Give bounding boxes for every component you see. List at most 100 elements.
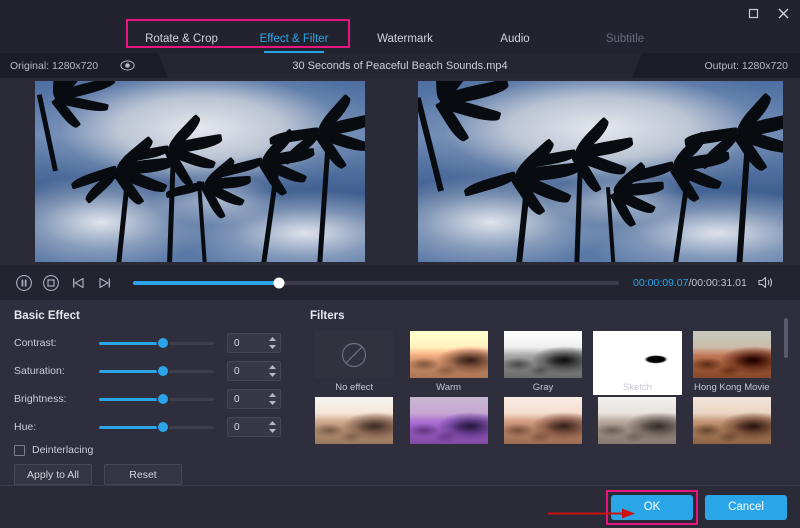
hue-increment-icon[interactable] [268, 420, 277, 426]
filter-label: Gray [533, 382, 554, 395]
reset-button[interactable]: Reset [104, 464, 182, 485]
filter-item-gray[interactable]: Gray [499, 331, 587, 395]
filter-label: No effect [335, 382, 373, 395]
volume-icon[interactable] [757, 275, 774, 290]
seek-handle[interactable] [273, 277, 284, 288]
timecode-display: 00:00:09.07/00:00:31.01 [633, 277, 747, 289]
saturation-label: Saturation: [14, 365, 99, 377]
dialog-footer: OK Cancel [0, 485, 800, 528]
saturation-slider-fill [99, 370, 163, 373]
maximize-button[interactable] [740, 3, 766, 23]
filter-item-sketch[interactable]: Sketch [593, 331, 681, 395]
previous-frame-icon[interactable] [68, 273, 88, 293]
hue-decrement-icon[interactable] [268, 428, 277, 434]
filters-scrollbar[interactable] [784, 318, 788, 358]
saturation-stepper-arrows [268, 363, 277, 379]
filter-item-8[interactable] [499, 397, 587, 461]
filter-item-9[interactable] [593, 397, 681, 461]
hue-stepper-arrows [268, 419, 277, 435]
filter-label: Warm [436, 382, 461, 395]
eye-icon[interactable] [120, 60, 135, 71]
saturation-value: 0 [228, 366, 240, 377]
saturation-decrement-icon[interactable] [268, 372, 277, 378]
contrast-stepper-arrows [268, 335, 277, 351]
filters-title: Filters [310, 310, 800, 322]
tab-effect-filter[interactable]: Effect & Filter [238, 26, 350, 53]
tab-watermark[interactable]: Watermark [350, 26, 460, 53]
filter-grid: No effect Warm Gray Sketch Hong Kong Mov [310, 331, 776, 461]
cancel-button[interactable]: Cancel [705, 495, 787, 520]
contrast-stepper[interactable]: 0 [227, 333, 281, 353]
basic-effect-panel: Basic Effect Contrast: 0 Saturation: [0, 300, 300, 485]
brightness-increment-icon[interactable] [268, 392, 277, 398]
output-resolution-chip: Output: 1280x720 [632, 53, 800, 78]
saturation-stepper[interactable]: 0 [227, 361, 281, 381]
ok-button[interactable]: OK [611, 495, 693, 520]
contrast-increment-icon[interactable] [268, 336, 277, 342]
filter-thumbnail [693, 331, 771, 378]
editing-panels: Basic Effect Contrast: 0 Saturation: [0, 300, 800, 485]
brightness-stepper-arrows [268, 391, 277, 407]
apply-to-all-button[interactable]: Apply to All [14, 464, 92, 485]
filter-thumbnail [410, 331, 488, 378]
filter-item-7[interactable] [404, 397, 492, 461]
seek-bar[interactable] [133, 281, 619, 285]
brightness-slider[interactable] [99, 398, 214, 401]
pause-icon[interactable] [14, 273, 34, 293]
basic-effect-title: Basic Effect [14, 310, 300, 322]
hue-value: 0 [228, 422, 240, 433]
filter-thumbnail [504, 397, 582, 444]
brightness-stepper[interactable]: 0 [227, 389, 281, 409]
hue-row: Hue: 0 [14, 415, 300, 439]
contrast-slider[interactable] [99, 342, 214, 345]
basic-effect-actions: Apply to All Reset [14, 464, 300, 485]
original-resolution-label: Original: 1280x720 [10, 60, 98, 72]
tab-audio[interactable]: Audio [460, 26, 570, 53]
tab-subtitle: Subtitle [570, 26, 680, 53]
deinterlacing-checkbox[interactable] [14, 445, 25, 456]
saturation-row: Saturation: 0 [14, 359, 300, 383]
brightness-decrement-icon[interactable] [268, 400, 277, 406]
output-video-frame [418, 81, 783, 262]
current-time: 00:00:09.07 [633, 277, 688, 289]
stop-icon[interactable] [41, 273, 61, 293]
contrast-label: Contrast: [14, 337, 99, 349]
filter-item-10[interactable] [688, 397, 776, 461]
next-frame-icon[interactable] [95, 273, 115, 293]
saturation-increment-icon[interactable] [268, 364, 277, 370]
total-time: 00:00:31.01 [691, 277, 746, 289]
brightness-label: Brightness: [14, 393, 99, 405]
filter-thumbnail [598, 331, 676, 378]
filter-thumbnail [315, 397, 393, 444]
original-preview-pane [0, 78, 400, 265]
hue-slider-handle[interactable] [158, 422, 168, 432]
contrast-slider-handle[interactable] [158, 338, 168, 348]
filter-item-hong-kong-movie[interactable]: Hong Kong Movie [688, 331, 776, 395]
hue-stepper[interactable]: 0 [227, 417, 281, 437]
seek-progress-fill [133, 281, 279, 285]
player-controls: 00:00:09.07/00:00:31.01 [0, 265, 800, 300]
contrast-decrement-icon[interactable] [268, 344, 277, 350]
brightness-slider-handle[interactable] [158, 394, 168, 404]
hue-label: Hue: [14, 421, 99, 433]
no-effect-icon [315, 331, 393, 378]
tab-bar: Rotate & Crop Effect & Filter Watermark … [0, 26, 800, 53]
saturation-slider-handle[interactable] [158, 366, 168, 376]
close-button[interactable] [770, 3, 796, 23]
brightness-slider-fill [99, 398, 163, 401]
preview-area [0, 78, 800, 265]
preview-header: 30 Seconds of Peaceful Beach Sounds.mp4 … [0, 53, 800, 78]
deinterlacing-label: Deinterlacing [32, 444, 93, 456]
hue-slider[interactable] [99, 426, 214, 429]
filter-item-6[interactable] [310, 397, 398, 461]
deinterlacing-row: Deinterlacing [14, 444, 300, 456]
contrast-slider-fill [99, 342, 163, 345]
filter-thumbnail [693, 397, 771, 444]
filter-item-no-effect[interactable]: No effect [310, 331, 398, 395]
saturation-slider[interactable] [99, 370, 214, 373]
original-video-frame [35, 81, 365, 262]
filter-item-warm[interactable]: Warm [404, 331, 492, 395]
tab-rotate-crop[interactable]: Rotate & Crop [125, 26, 238, 53]
filter-thumbnail [504, 331, 582, 378]
transport-buttons [14, 273, 115, 293]
